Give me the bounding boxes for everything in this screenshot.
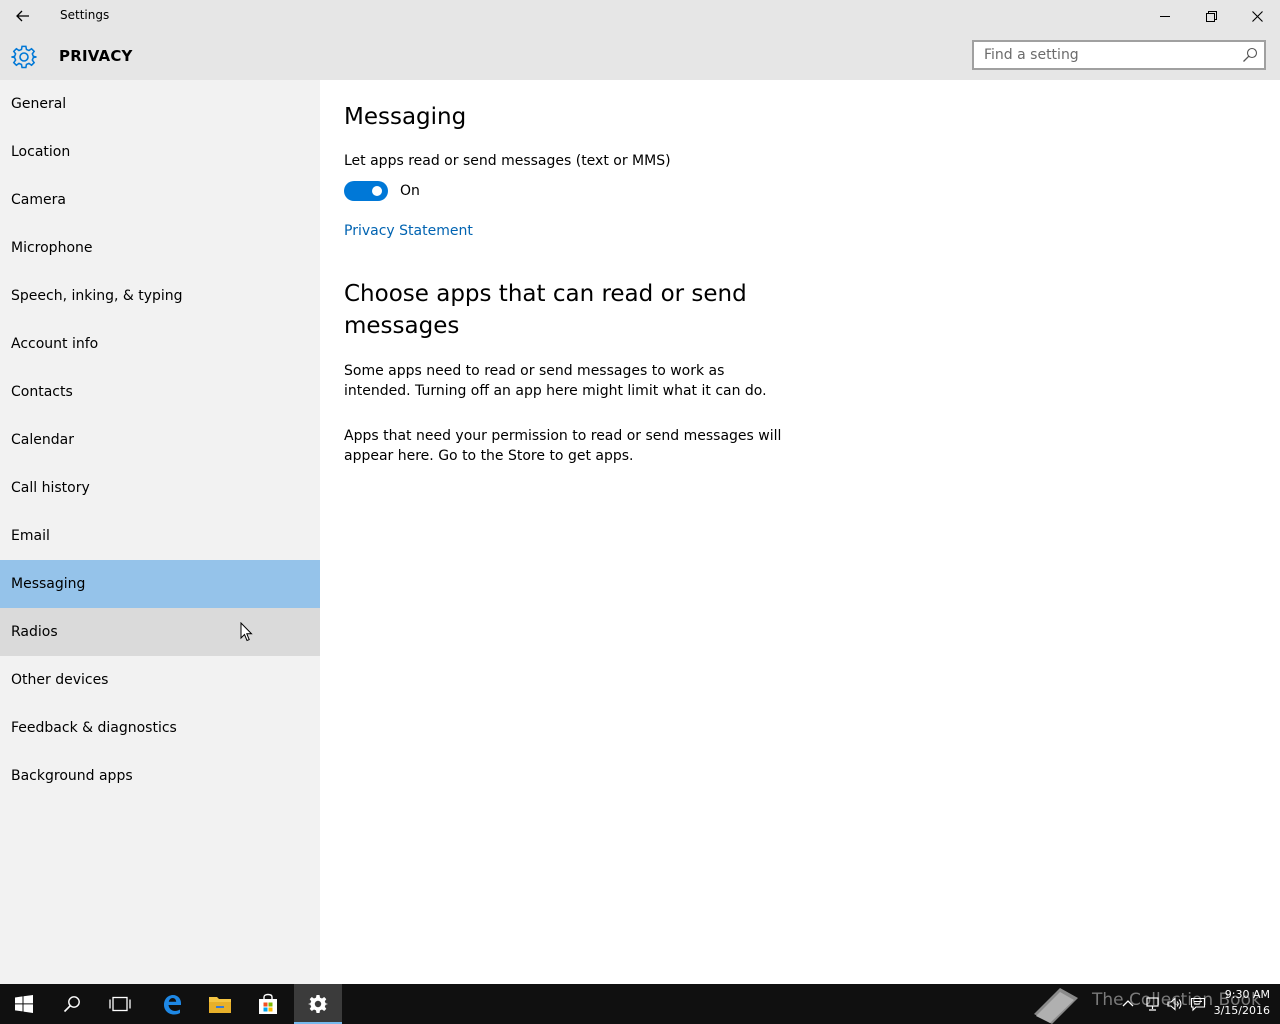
sidebar-item-label: Feedback & diagnostics bbox=[11, 720, 177, 736]
sidebar-item-label: Camera bbox=[11, 192, 66, 208]
sidebar-item-label: Background apps bbox=[11, 768, 133, 784]
file-explorer-icon bbox=[209, 997, 231, 1013]
window-title: Settings bbox=[60, 8, 110, 22]
back-button[interactable] bbox=[0, 0, 46, 32]
sidebar-item-label: Microphone bbox=[11, 240, 93, 256]
clock[interactable]: 9:30 AM 3/15/2016 bbox=[1214, 987, 1270, 1019]
sidebar-item-feedback-diagnostics[interactable]: Feedback & diagnostics bbox=[0, 704, 320, 752]
start-button[interactable] bbox=[0, 984, 48, 1024]
choose-apps-heading: Choose apps that can read or send messag… bbox=[344, 281, 747, 339]
description-text: Some apps need to read or send messages … bbox=[344, 363, 767, 399]
sidebar-item-other-devices[interactable]: Other devices bbox=[0, 656, 320, 704]
search-input[interactable] bbox=[974, 42, 1234, 68]
sidebar-item-label: Speech, inking, & typing bbox=[11, 288, 183, 304]
file-explorer-button[interactable] bbox=[196, 984, 244, 1024]
chevron-up-icon[interactable] bbox=[1120, 996, 1136, 1012]
gear-icon bbox=[11, 45, 37, 69]
sidebar-item-calendar[interactable]: Calendar bbox=[0, 416, 320, 464]
search-icon bbox=[63, 996, 80, 1013]
taskbar: The Collection Book 9:30 AM 3/15/2016 bbox=[0, 984, 1280, 1024]
sidebar-item-background-apps[interactable]: Background apps bbox=[0, 752, 320, 800]
sidebar-item-general[interactable]: General bbox=[0, 80, 320, 128]
sidebar-nav: General Location Camera Microphone Speec… bbox=[0, 80, 320, 984]
store-icon bbox=[259, 993, 277, 1014]
sidebar-item-speech-inking-typing[interactable]: Speech, inking, & typing bbox=[0, 272, 320, 320]
sidebar-item-label: Call history bbox=[11, 480, 90, 496]
back-arrow-icon bbox=[16, 10, 29, 22]
sidebar-item-label: Email bbox=[11, 528, 50, 544]
messaging-toggle[interactable] bbox=[344, 181, 388, 201]
clock-date: 3/15/2016 bbox=[1213, 1004, 1270, 1017]
sidebar-item-messaging[interactable]: Messaging bbox=[0, 560, 320, 608]
privacy-statement-link[interactable]: Privacy Statement bbox=[344, 223, 473, 239]
close-button[interactable] bbox=[1234, 0, 1280, 32]
start-icon bbox=[15, 995, 33, 1013]
search-icon[interactable] bbox=[1242, 47, 1258, 63]
sidebar-item-account-info[interactable]: Account info bbox=[0, 320, 320, 368]
sidebar-item-label: Messaging bbox=[11, 576, 86, 592]
toggle-state-text: On bbox=[400, 183, 420, 199]
sidebar-item-email[interactable]: Email bbox=[0, 512, 320, 560]
page-title: Messaging bbox=[344, 104, 467, 130]
sidebar-item-location[interactable]: Location bbox=[0, 128, 320, 176]
section-title: PRIVACY bbox=[59, 47, 133, 65]
settings-icon bbox=[308, 995, 328, 1013]
sidebar-item-microphone[interactable]: Microphone bbox=[0, 224, 320, 272]
edge-icon bbox=[164, 995, 181, 1015]
sidebar-item-contacts[interactable]: Contacts bbox=[0, 368, 320, 416]
book-logo-icon bbox=[1034, 988, 1078, 1024]
sidebar-item-label: Location bbox=[11, 144, 71, 160]
edge-button[interactable] bbox=[148, 984, 196, 1024]
minimize-icon bbox=[1160, 16, 1170, 17]
sidebar-item-radios[interactable]: Radios bbox=[0, 608, 320, 656]
content-pane: Messaging Let apps read or send messages… bbox=[320, 80, 1280, 984]
sidebar-item-label: Radios bbox=[11, 624, 58, 640]
close-icon bbox=[1251, 10, 1263, 22]
network-icon[interactable] bbox=[1144, 996, 1160, 1012]
sidebar-item-camera[interactable]: Camera bbox=[0, 176, 320, 224]
clock-time: 9:30 AM bbox=[1224, 988, 1270, 1001]
settings-taskbar-button[interactable] bbox=[294, 984, 342, 1024]
sidebar-item-label: Calendar bbox=[11, 432, 74, 448]
minimize-button[interactable] bbox=[1142, 0, 1188, 32]
task-view-button[interactable] bbox=[96, 984, 144, 1024]
taskbar-search-button[interactable] bbox=[48, 984, 96, 1024]
restore-button[interactable] bbox=[1188, 0, 1234, 32]
sidebar-item-label: Other devices bbox=[11, 672, 109, 688]
action-center-icon[interactable] bbox=[1190, 996, 1206, 1012]
toggle-knob bbox=[372, 186, 382, 196]
title-bar: Settings bbox=[0, 0, 1280, 32]
sidebar-item-label: Account info bbox=[11, 336, 99, 352]
sidebar-item-call-history[interactable]: Call history bbox=[0, 464, 320, 512]
settings-header: PRIVACY bbox=[0, 32, 1280, 80]
search-box[interactable] bbox=[972, 40, 1266, 70]
toggle-label: Let apps read or send messages (text or … bbox=[344, 153, 671, 169]
store-button[interactable] bbox=[244, 984, 292, 1024]
sidebar-item-label: General bbox=[11, 96, 67, 112]
mouse-cursor-icon bbox=[240, 622, 253, 642]
task-view-icon bbox=[109, 996, 131, 1012]
sidebar-item-label: Contacts bbox=[11, 384, 73, 400]
volume-icon[interactable] bbox=[1166, 996, 1182, 1012]
no-apps-text: Apps that need your permission to read o… bbox=[344, 428, 782, 464]
restore-icon bbox=[1205, 10, 1217, 22]
